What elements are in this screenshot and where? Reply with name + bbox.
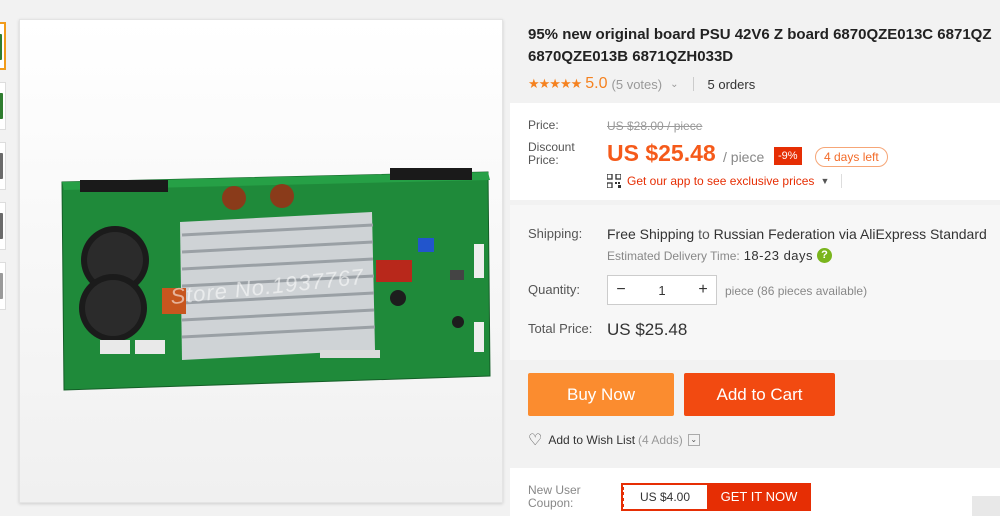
wish-list-count: (4 Adds) [638,433,683,447]
divider [841,174,843,188]
get-coupon-button[interactable]: GET IT NOW [707,483,811,511]
price-label: Price: [528,118,559,132]
wish-list-text[interactable]: Add to Wish List [548,433,635,447]
total-price: US $25.48 [607,320,688,339]
discount-price: US $25.48 [607,140,716,166]
caret-down-icon[interactable]: ▼ [820,176,829,186]
buy-now-button[interactable]: Buy Now [528,373,674,416]
shipping-destination[interactable]: Russian Federation via AliExpress Standa… [714,226,987,242]
question-icon[interactable]: ? [817,248,833,263]
price-panel: Price: US $28.00 / piece Discount Price:… [510,103,1000,200]
thumbnail-5[interactable] [0,262,6,310]
shipping-info[interactable]: Free Shipping to Russian Federation via … [607,226,987,242]
rating-row: ★★★★★ 5.0 (5 votes) ⌄ 5 orders [528,74,755,94]
chevron-down-icon[interactable]: ⌄ [687,434,700,446]
delivery-label: Estimated Delivery Time: [607,248,740,263]
quantity-stepper: − 1 + [607,275,717,305]
chevron-down-icon[interactable]: ⌄ [670,79,678,90]
days-left-badge: 4 days left [815,147,888,167]
scroll-corner [972,496,1000,516]
thumbnail-4[interactable] [0,202,6,250]
quantity-decrease-button[interactable]: − [608,281,634,299]
delivery-days: 18-23 days [743,248,814,263]
app-exclusive-link[interactable]: Get our app to see exclusive prices ▼ [607,174,843,188]
wish-list-link[interactable]: ♡ Add to Wish List (4 Adds) ⌄ [528,430,700,450]
discount-percent-badge: -9% [774,147,802,165]
app-link-text[interactable]: Get our app to see exclusive prices [627,174,814,188]
price-unit: / piece [723,149,765,165]
total-price-label: Total Price: [528,321,593,336]
add-to-cart-button[interactable]: Add to Cart [684,373,835,416]
discount-label-line-2: Price: [528,153,559,167]
circuit-board-image [20,20,502,502]
free-shipping-text: Free Shipping [607,226,695,242]
coupon-panel: New User Coupon: US $4.00 GET IT NOW [510,468,1000,516]
qr-code-icon [607,174,621,188]
shipping-to-text: to [698,226,710,242]
quantity-label: Quantity: [528,282,581,297]
discount-price-label: Discount Price: [528,141,575,167]
product-image[interactable]: Store No.1937767 [19,19,503,503]
quantity-increase-button[interactable]: + [690,281,716,299]
product-title-line-2: 6870QZE013B 6871QZH033D [528,48,734,65]
coupon-label: New User Coupon: [528,484,581,510]
quantity-input[interactable]: 1 [634,283,690,298]
heart-plus-icon: ♡ [528,432,543,449]
quantity-available: piece (86 pieces available) [725,284,868,298]
shipping-panel: Shipping: Free Shipping to Russian Feder… [510,205,1000,360]
product-title-line-1: 95% new original board PSU 42V6 Z board … [528,26,992,43]
product-title: 95% new original board PSU 42V6 Z board … [528,24,1000,68]
coupon-label-line-2: Coupon: [528,496,574,510]
orders-count: 5 orders [707,76,756,92]
coupon-amount: US $4.00 [621,483,707,511]
delivery-time: Estimated Delivery Time: 18-23 days ? [607,248,833,263]
thumbnail-3[interactable] [0,142,6,190]
star-rating-icon: ★★★★★ [528,76,582,91]
rating-score: 5.0 [585,75,608,92]
product-info: 95% new original board PSU 42V6 Z board … [510,0,1000,516]
thumbnail-1[interactable] [0,22,6,70]
shipping-label: Shipping: [528,226,583,241]
original-price: US $28.00 / piece [607,119,703,133]
rating-votes[interactable]: (5 votes) [612,77,663,92]
thumbnail-2[interactable] [0,82,6,130]
divider [692,77,694,91]
